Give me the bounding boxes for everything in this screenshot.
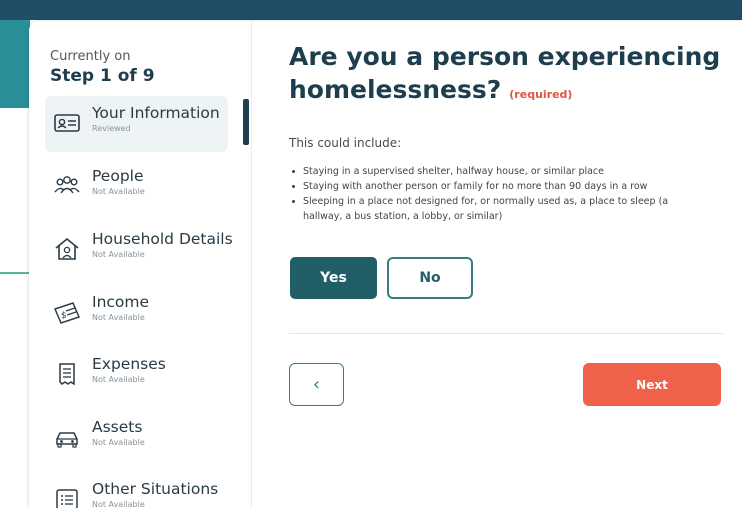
receipt-icon	[53, 361, 81, 387]
active-step-indicator	[243, 99, 249, 145]
no-button[interactable]: No	[387, 257, 473, 299]
sidebar-item-assets[interactable]: Assets Not Available	[45, 410, 228, 466]
sidebar-item-income[interactable]: $ Income Not Available	[45, 285, 228, 341]
id-card-icon	[53, 110, 81, 136]
sidebar-item-label: Assets	[92, 418, 143, 436]
progress-sidebar: Currently on Step 1 of 9 Your Informatio…	[29, 21, 252, 508]
people-icon	[53, 173, 81, 199]
sidebar-item-status: Not Available	[92, 313, 145, 322]
sidebar-item-status: Reviewed	[92, 124, 131, 133]
header-band	[0, 0, 742, 20]
chevron-left-icon: ‹	[312, 374, 321, 395]
money-icon: $	[53, 299, 81, 325]
sidebar-item-status: Not Available	[92, 438, 145, 447]
step-count: Step 1 of 9	[50, 66, 155, 86]
question-panel: Are you a person experiencing homelessne…	[251, 21, 742, 508]
sidebar-item-label: Income	[92, 293, 150, 311]
question-text: Are you a person experiencing homelessne…	[289, 42, 721, 104]
form-card: Currently on Step 1 of 9 Your Informatio…	[29, 21, 742, 508]
next-button[interactable]: Next	[583, 363, 721, 406]
list-item: Staying with another person or family fo…	[289, 179, 689, 194]
sidebar-item-household-details[interactable]: Household Details Not Available	[45, 222, 233, 278]
sidebar-item-expenses[interactable]: Expenses Not Available	[45, 347, 228, 403]
list-icon	[53, 486, 81, 508]
sidebar-item-status: Not Available	[92, 375, 145, 384]
sidebar-item-label: Household Details	[92, 230, 233, 248]
sidebar-item-label: Other Situations	[92, 480, 219, 498]
sidebar-item-label: Your Information	[92, 104, 220, 122]
divider	[289, 333, 723, 334]
question-intro: This could include:	[289, 136, 402, 150]
sidebar-item-status: Not Available	[92, 187, 145, 196]
sidebar-item-other-situations[interactable]: Other Situations Not Available	[45, 472, 228, 508]
examples-list: Staying in a supervised shelter, halfway…	[289, 164, 689, 224]
sidebar-item-your-information[interactable]: Your Information Reviewed	[45, 96, 228, 152]
back-button[interactable]: ‹	[289, 363, 344, 406]
sidebar-item-people[interactable]: People Not Available	[45, 159, 228, 215]
question-title: Are you a person experiencing homelessne…	[289, 40, 729, 111]
yes-button[interactable]: Yes	[290, 257, 377, 299]
car-icon	[53, 424, 81, 450]
house-icon	[53, 236, 81, 262]
sidebar-item-status: Not Available	[92, 250, 145, 259]
list-item: Sleeping in a place not designed for, or…	[289, 194, 689, 224]
step-label: Currently on	[50, 49, 131, 64]
sidebar-item-label: Expenses	[92, 355, 166, 373]
required-label: (required)	[509, 88, 573, 101]
side-accent-band	[0, 20, 30, 108]
sidebar-item-label: People	[92, 167, 144, 185]
svg-text:$: $	[61, 311, 67, 321]
sidebar-item-status: Not Available	[92, 500, 145, 508]
list-item: Staying in a supervised shelter, halfway…	[289, 164, 689, 179]
